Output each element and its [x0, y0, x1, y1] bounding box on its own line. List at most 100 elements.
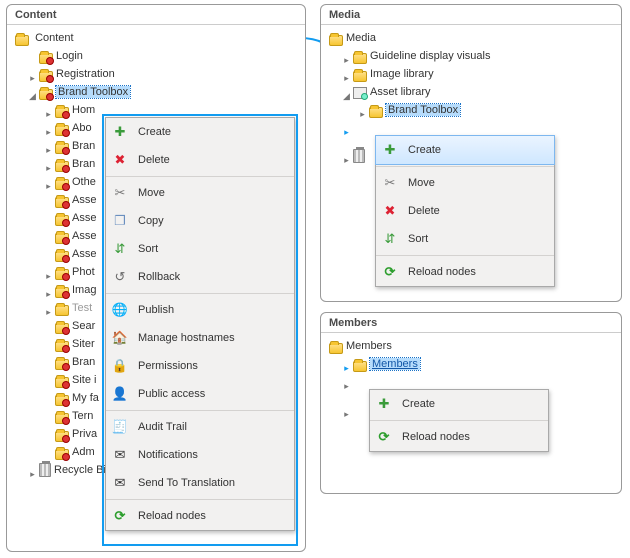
ctx-reload[interactable]: ⟳Reload nodes — [106, 502, 294, 530]
expander-icon[interactable]: ▸ — [43, 141, 54, 152]
ctx-label: Create — [402, 398, 435, 410]
ctx-copy[interactable]: ❐ Copy — [106, 207, 294, 235]
tree-item-asset-library[interactable]: ◢Asset library — [341, 83, 617, 101]
hostnames-icon: 🏠 — [112, 330, 128, 346]
folder-icon — [55, 215, 69, 226]
expander-icon[interactable]: ▸ — [341, 51, 352, 62]
folder-icon — [353, 361, 367, 372]
tree-item-registration[interactable]: ▸Registration — [27, 65, 301, 83]
folder-icon — [55, 395, 69, 406]
ctx-sort[interactable]: ⇵Sort — [376, 225, 554, 253]
tree-label: Asse — [72, 248, 96, 260]
expander-icon[interactable]: ▸ — [341, 151, 352, 162]
ctx-label: Permissions — [138, 360, 198, 372]
folder-icon — [39, 71, 53, 82]
content-root[interactable]: Content — [11, 29, 301, 47]
members-panel-header: Members — [321, 313, 621, 333]
expander-icon[interactable]: ▸ — [43, 285, 54, 296]
ctx-label: Sort — [138, 243, 158, 255]
move-icon: ✂ — [112, 185, 128, 201]
tree-link[interactable]: Members — [370, 358, 420, 370]
ctx-publish[interactable]: 🌐Publish — [106, 296, 294, 324]
folder-icon — [55, 233, 69, 244]
expander-icon[interactable]: ▸ — [357, 105, 368, 116]
ctx-label: Copy — [138, 215, 164, 227]
folder-icon — [353, 71, 367, 82]
tree-item-members[interactable]: ▸ Members — [341, 355, 617, 373]
folder-icon — [55, 305, 69, 316]
ctx-move[interactable]: ✂ Move — [106, 179, 294, 207]
ctx-label: Reload nodes — [408, 266, 476, 278]
ctx-audit[interactable]: 🧾Audit Trail — [106, 413, 294, 441]
ctx-delete[interactable]: ✖Delete — [106, 146, 294, 174]
members-root[interactable]: Members — [325, 337, 617, 355]
ctx-label: Delete — [408, 205, 440, 217]
expander-icon[interactable]: ▸ — [341, 123, 352, 134]
tree-label: Bran — [72, 140, 95, 152]
ctx-rollback[interactable]: ↺Rollback — [106, 263, 294, 291]
permissions-icon: 🔒 — [112, 358, 128, 374]
ctx-label: Move — [138, 187, 165, 199]
content-panel: Content Content ▸Login ▸Registration ◢Br… — [6, 4, 306, 552]
ctx-delete[interactable]: ✖Delete — [376, 197, 554, 225]
public-access-icon: 👤 — [112, 386, 128, 402]
ctx-create[interactable]: ✚Create — [376, 136, 554, 164]
expander-icon[interactable]: ▸ — [43, 267, 54, 278]
expander-icon[interactable]: ▸ — [341, 405, 352, 416]
media-root[interactable]: Media — [325, 29, 617, 47]
ctx-reload[interactable]: ⟳Reload nodes — [376, 258, 554, 286]
folder-icon — [55, 449, 69, 460]
tree-item[interactable]: ▸Image library — [341, 65, 617, 83]
tree-label: Phot — [72, 266, 95, 278]
tree-label: Media — [346, 32, 376, 44]
ctx-notifications[interactable]: ✉Notifications — [106, 441, 294, 469]
expander-icon[interactable]: ▸ — [43, 105, 54, 116]
ctx-translate[interactable]: ✉Send To Translation — [106, 469, 294, 497]
ctx-public-access[interactable]: 👤 Public access — [106, 380, 294, 408]
ctx-label: Reload nodes — [402, 431, 470, 443]
ctx-create[interactable]: ✚Create — [106, 118, 294, 146]
ctx-create[interactable]: ✚Create — [370, 390, 548, 418]
folder-icon — [55, 359, 69, 370]
ctx-sort[interactable]: ⇵Sort — [106, 235, 294, 263]
folder-icon — [55, 287, 69, 298]
tree-item[interactable]: ▸ Guideline display visuals — [341, 47, 617, 65]
folder-icon — [55, 377, 69, 388]
expander-icon[interactable]: ▸ — [341, 377, 352, 388]
tree-label: Guideline display visuals — [370, 50, 490, 62]
sort-icon: ⇵ — [382, 231, 398, 247]
ctx-label: Public access — [138, 388, 205, 400]
asset-library-icon — [353, 87, 367, 99]
members-panel: Members Members ▸ Members ▸ ▸ ✚Create ⟳Re… — [320, 312, 622, 494]
ctx-permissions[interactable]: 🔒 Permissions — [106, 352, 294, 380]
expander-icon[interactable]: ▸ — [43, 303, 54, 314]
ctx-reload[interactable]: ⟳Reload nodes — [370, 423, 548, 451]
ctx-label: Reload nodes — [138, 510, 206, 522]
separator — [106, 176, 294, 177]
expander-icon[interactable]: ▸ — [341, 359, 352, 370]
expander-icon[interactable]: ▸ — [43, 177, 54, 188]
expander-icon[interactable]: ▸ — [43, 159, 54, 170]
separator — [376, 166, 554, 167]
folder-icon — [329, 343, 343, 354]
copy-icon: ❐ — [112, 213, 128, 229]
ctx-label: Create — [408, 144, 441, 156]
folder-icon — [55, 269, 69, 280]
expander-icon[interactable]: ◢ — [341, 87, 352, 98]
ctx-label: Notifications — [138, 449, 198, 461]
separator — [376, 255, 554, 256]
ctx-label: Rollback — [138, 271, 180, 283]
ctx-move[interactable]: ✂Move — [376, 169, 554, 197]
expander-icon[interactable]: ◢ — [27, 87, 38, 98]
media-panel: Media Media ▸Guideline display visuals ▸… — [320, 4, 622, 302]
expander-icon[interactable]: ▸ — [27, 465, 38, 476]
folder-icon — [369, 107, 383, 118]
tree-item-login[interactable]: ▸Login — [27, 47, 301, 65]
expander-icon[interactable]: ▸ — [341, 69, 352, 80]
tree-label: Othe — [72, 176, 96, 188]
tree-item-brand-toolbox[interactable]: ▸Brand Toolbox — [357, 101, 617, 119]
expander-icon[interactable]: ▸ — [43, 123, 54, 134]
expander-icon[interactable]: ▸ — [27, 69, 38, 80]
tree-item-brand-toolbox[interactable]: ◢Brand Toolbox — [27, 83, 301, 101]
ctx-hostnames[interactable]: 🏠Manage hostnames — [106, 324, 294, 352]
